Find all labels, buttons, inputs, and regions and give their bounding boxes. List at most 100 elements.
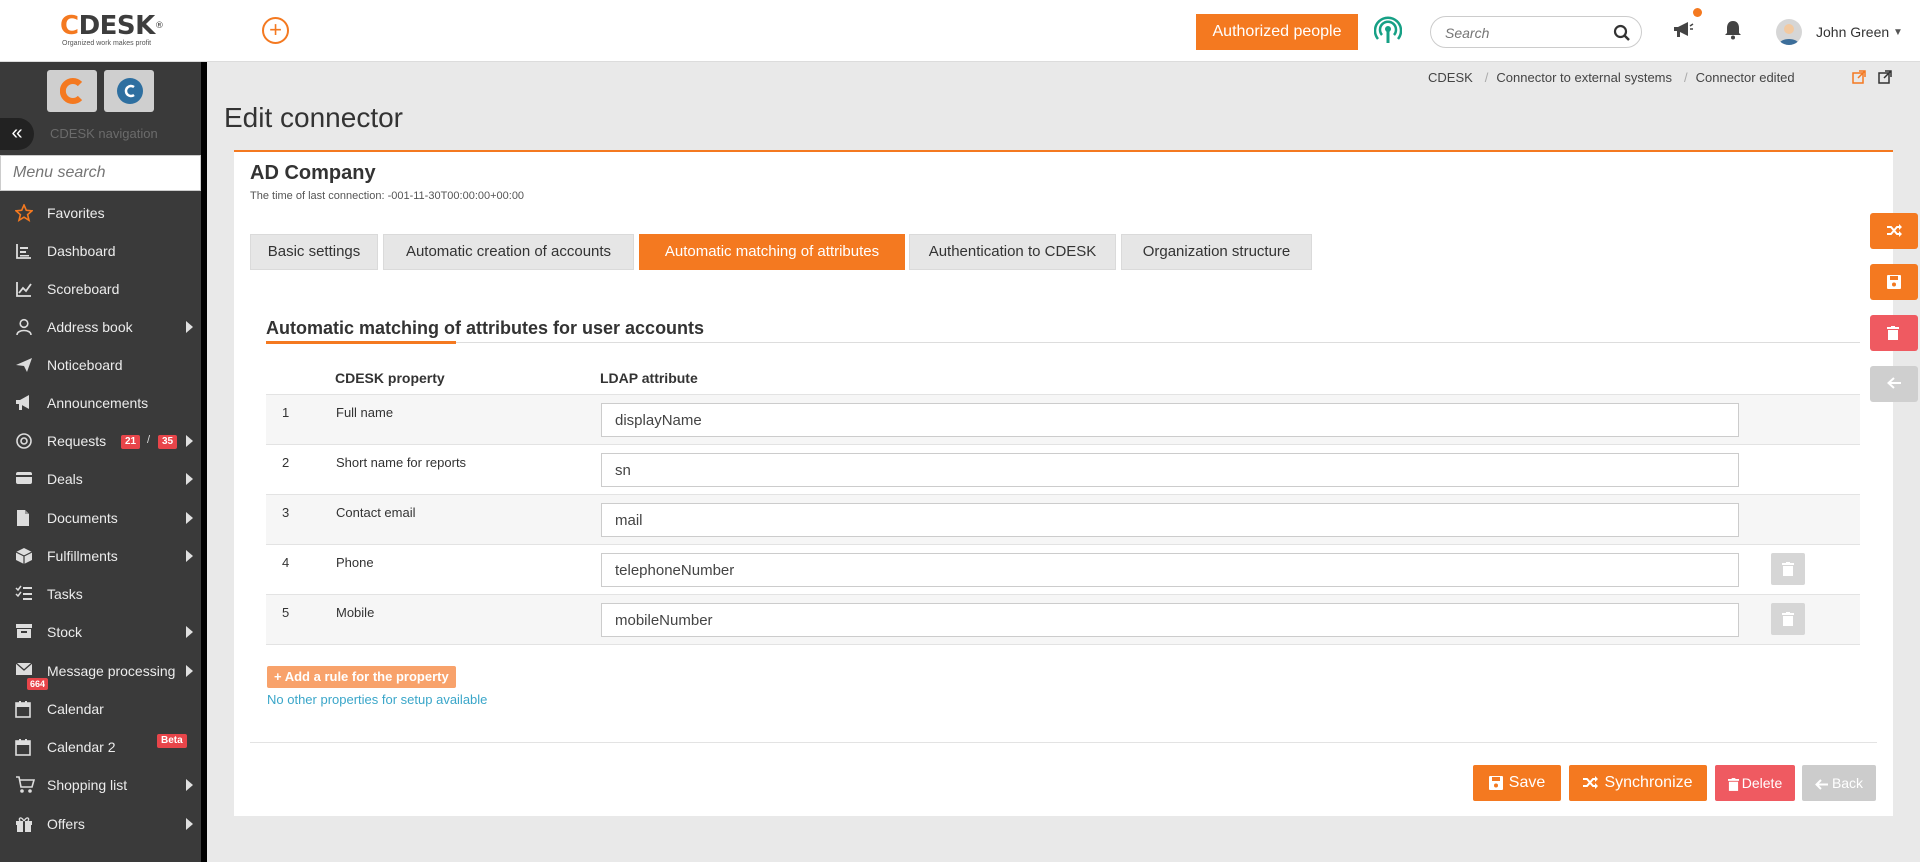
expand-arrow-icon[interactable]: [186, 818, 193, 830]
section-underline: [266, 341, 456, 344]
authorized-people-button[interactable]: Authorized people: [1196, 14, 1358, 50]
expand-arrow-icon[interactable]: [186, 512, 193, 524]
sidebar-item-label: Calendar 2: [47, 739, 116, 755]
save-button[interactable]: Save: [1473, 765, 1561, 801]
ldap-attribute-input[interactable]: [601, 553, 1739, 587]
floating-back-button[interactable]: [1870, 366, 1918, 402]
star-icon: [14, 202, 35, 223]
expand-arrow-icon[interactable]: [186, 665, 193, 677]
trash-icon: [1727, 777, 1739, 791]
section-title: Automatic matching of attributes for use…: [266, 318, 705, 338]
delete-row-button[interactable]: [1771, 603, 1805, 635]
tab-authentication[interactable]: Authentication to CDESK: [909, 234, 1116, 270]
expand-arrow-icon[interactable]: [186, 779, 193, 791]
tab-automatic-matching[interactable]: Automatic matching of attributes: [639, 234, 905, 270]
sidebar-item-documents[interactable]: Documents: [0, 501, 201, 535]
shuffle-icon: [1887, 224, 1902, 237]
floating-save-button[interactable]: [1870, 264, 1918, 300]
floating-synchronize-button[interactable]: [1870, 213, 1918, 249]
calendar-icon: [15, 738, 35, 756]
sidebar-item-scoreboard[interactable]: Scoreboard: [0, 272, 201, 306]
ldap-attribute-input[interactable]: [601, 453, 1739, 487]
sidebar-item-deals[interactable]: Deals: [0, 462, 201, 496]
sidebar-item-calendar[interactable]: Calendar: [0, 692, 201, 726]
back-button[interactable]: Back: [1802, 765, 1876, 801]
save-label: Save: [1508, 774, 1546, 791]
expand-arrow-icon[interactable]: [186, 435, 193, 447]
external-link-icon[interactable]: [1878, 70, 1893, 84]
sidebar-item-address-book[interactable]: Address book: [0, 310, 201, 344]
add-rule-button[interactable]: + Add a rule for the property: [267, 666, 456, 688]
column-header-attribute: LDAP attribute: [600, 370, 698, 386]
cart-icon: [15, 776, 36, 794]
sidebar-item-calendar-2[interactable]: Calendar 2 Beta: [0, 730, 201, 764]
sidebar-item-label: Tasks: [47, 586, 83, 602]
page-title: Edit connector: [224, 102, 403, 133]
sidebar-item-favorites[interactable]: Favorites: [0, 196, 201, 230]
breadcrumb-connectors[interactable]: Connector to external systems: [1496, 70, 1672, 85]
expand-arrow-icon[interactable]: [186, 626, 193, 638]
sidebar-item-label: Message processing: [47, 663, 176, 679]
search-icon[interactable]: [1613, 24, 1631, 42]
secondary-app-icon: [117, 78, 143, 104]
requests-badge-separator: /: [147, 434, 151, 446]
table-row: 4 Phone: [266, 544, 1860, 594]
sidebar-item-announcements[interactable]: Announcements: [0, 386, 201, 420]
sidebar-item-requests[interactable]: Requests 21 / 35: [0, 424, 201, 458]
expand-arrow-icon[interactable]: [186, 473, 193, 485]
tab-basic-settings[interactable]: Basic settings: [250, 234, 378, 270]
menu-search[interactable]: [0, 155, 201, 191]
sidebar-item-label: Offers: [47, 816, 85, 832]
delete-row-button[interactable]: [1771, 553, 1805, 585]
announcements-icon[interactable]: [1672, 8, 1702, 44]
open-new-window-icon[interactable]: [1852, 70, 1866, 84]
sidebar-item-shopping-list[interactable]: Shopping list: [0, 768, 201, 802]
user-avatar[interactable]: [1776, 19, 1802, 45]
row-number: 3: [282, 505, 290, 520]
row-number: 2: [282, 455, 290, 470]
menu-search-input[interactable]: [1, 156, 200, 190]
arrow-left-icon: [1887, 377, 1901, 389]
calendar-icon: [15, 700, 35, 718]
table-end-line: [266, 644, 1860, 645]
sidebar-item-dashboard[interactable]: Dashboard: [0, 234, 201, 268]
app-switch-secondary[interactable]: [104, 70, 154, 112]
ldap-attribute-input[interactable]: [601, 403, 1739, 437]
bell-icon[interactable]: [1724, 20, 1746, 44]
trash-icon: [1782, 562, 1794, 576]
sidebar-scrollbar[interactable]: [201, 62, 207, 862]
global-search[interactable]: [1430, 16, 1642, 48]
ldap-attribute-input[interactable]: [601, 603, 1739, 637]
sidebar: « CDESK navigation Favorites Dashboard S…: [0, 62, 207, 862]
tab-automatic-creation[interactable]: Automatic creation of accounts: [383, 234, 634, 270]
sidebar-item-message-processing[interactable]: Message processing 664: [0, 654, 201, 690]
deals-icon: [15, 470, 35, 488]
document-icon: [15, 509, 35, 527]
delete-button[interactable]: Delete: [1715, 765, 1795, 801]
user-menu-caret-icon[interactable]: ▼: [1893, 27, 1903, 38]
logo-tagline: Organized work makes profit: [62, 40, 152, 47]
quick-add-button[interactable]: +: [262, 17, 289, 44]
collapse-sidebar-button[interactable]: «: [0, 118, 34, 150]
app-switch-cdesk[interactable]: [47, 70, 97, 112]
cdesk-logo[interactable]: CDESK® Organized work makes profit: [60, 12, 180, 52]
expand-arrow-icon[interactable]: [186, 550, 193, 562]
sidebar-item-label: Deals: [47, 471, 83, 487]
sidebar-item-offers[interactable]: Offers: [0, 807, 201, 841]
sidebar-item-stock[interactable]: Stock: [0, 615, 201, 649]
expand-arrow-icon[interactable]: [186, 321, 193, 333]
user-name[interactable]: John Green: [1816, 24, 1889, 40]
ldap-attribute-input[interactable]: [601, 503, 1739, 537]
synchronize-button[interactable]: Synchronize: [1569, 765, 1707, 801]
search-input[interactable]: [1445, 23, 1605, 43]
sidebar-item-label: Documents: [47, 510, 118, 526]
sidebar-item-fulfillments[interactable]: Fulfillments: [0, 539, 201, 573]
shuffle-icon: [1583, 776, 1599, 790]
tab-organization-structure[interactable]: Organization structure: [1121, 234, 1312, 270]
floating-delete-button[interactable]: [1870, 315, 1918, 351]
breadcrumb-home[interactable]: CDESK: [1428, 70, 1473, 85]
sidebar-item-label: Requests: [47, 433, 107, 449]
broadcast-icon[interactable]: [1373, 16, 1403, 46]
sidebar-item-noticeboard[interactable]: Noticeboard: [0, 348, 201, 382]
sidebar-item-tasks[interactable]: Tasks: [0, 577, 201, 611]
